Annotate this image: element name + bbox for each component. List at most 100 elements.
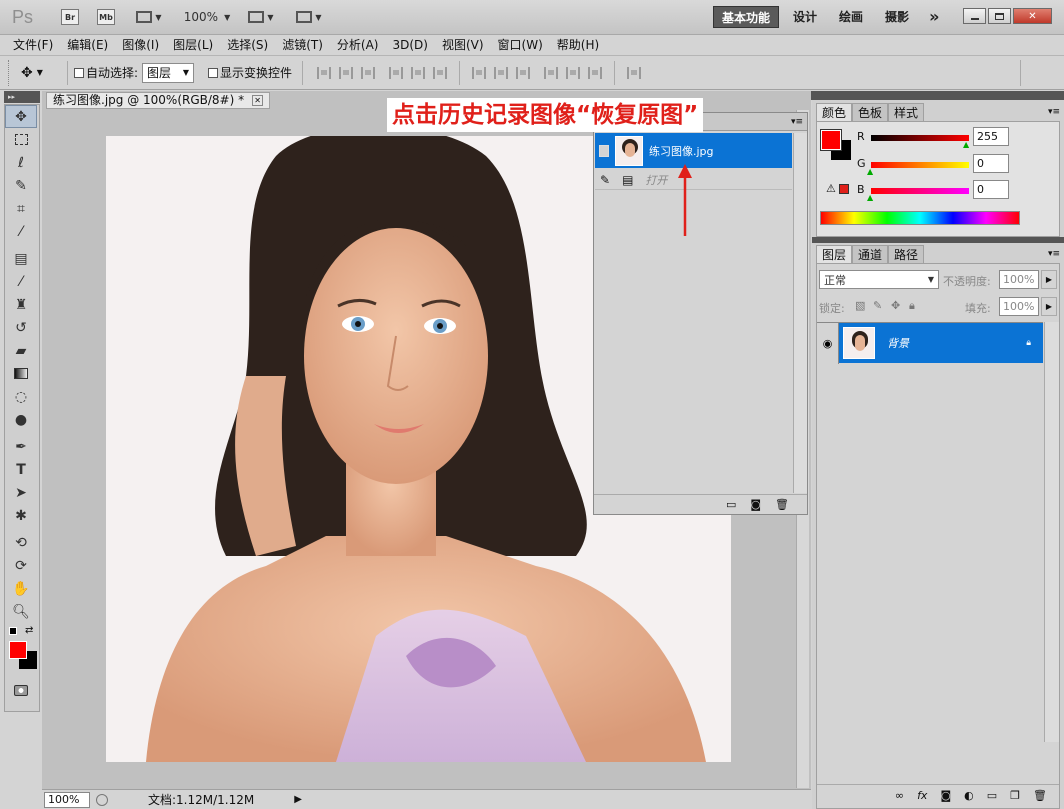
auto-select-target-dropdown[interactable]: 图层 ▼ xyxy=(142,62,195,83)
type-tool[interactable]: T xyxy=(5,458,37,481)
r-slider-thumb[interactable]: ▲ xyxy=(963,140,969,149)
zoom-tool[interactable]: 🔍︎ xyxy=(5,600,37,623)
distribute-hcenter-icon[interactable] xyxy=(566,66,581,79)
lasso-tool[interactable]: ℓ xyxy=(5,151,37,174)
fx-icon[interactable]: fx xyxy=(917,789,927,802)
3d-orbit-tool[interactable]: ⟳ xyxy=(5,554,37,577)
align-top-icon[interactable] xyxy=(317,66,332,79)
screen-mode-button[interactable]: ▼ xyxy=(292,7,326,27)
menu-layer[interactable]: 图层(L) xyxy=(166,35,220,55)
status-menu-icon[interactable] xyxy=(96,793,108,806)
lock-transparency-icon[interactable]: ▧ xyxy=(855,299,865,312)
lock-all-icon[interactable]: 🔒︎ xyxy=(909,299,915,313)
zoom-level-dropdown[interactable]: 100% ▼ xyxy=(182,7,232,27)
align-bottom-icon[interactable] xyxy=(361,66,376,79)
bridge-button[interactable]: Br xyxy=(60,7,80,27)
distribute-vcenter-icon[interactable] xyxy=(494,66,509,79)
menu-filter[interactable]: 滤镜(T) xyxy=(275,35,330,55)
workspace-painting[interactable]: 绘画 xyxy=(831,6,871,28)
view-extras-button[interactable]: ▼ xyxy=(132,7,166,27)
close-tab-icon[interactable]: ✕ xyxy=(252,95,264,106)
history-brush-icon[interactable]: ✎ xyxy=(600,173,610,187)
eyedropper-tool[interactable]: ⁄ xyxy=(5,220,37,243)
grip-handle[interactable] xyxy=(8,59,11,86)
lock-pixels-icon[interactable]: ✎ xyxy=(873,299,882,312)
status-arrow-icon[interactable]: ▶ xyxy=(294,794,302,805)
menu-image[interactable]: 图像(I) xyxy=(115,35,166,55)
move-tool[interactable]: ✥ xyxy=(5,105,37,128)
marquee-tool[interactable] xyxy=(5,128,37,151)
link-layers-icon[interactable]: ∞ xyxy=(895,789,904,802)
menu-analysis[interactable]: 分析(A) xyxy=(330,35,386,55)
blur-tool[interactable]: ◌ xyxy=(5,385,37,408)
gamut-warning-icon[interactable]: ⚠ xyxy=(826,182,836,195)
r-slider[interactable] xyxy=(871,135,969,141)
zoom-field[interactable]: 100% xyxy=(44,791,90,808)
lock-position-icon[interactable]: ✥ xyxy=(891,299,900,312)
tab-layers[interactable]: 图层 xyxy=(816,245,853,263)
pen-tool[interactable]: ✒ xyxy=(5,435,37,458)
distribute-top-icon[interactable] xyxy=(472,66,487,79)
swap-colors-icon[interactable]: ⇄ xyxy=(25,625,33,636)
distribute-bottom-icon[interactable] xyxy=(516,66,531,79)
menu-file[interactable]: 文件(F) xyxy=(6,35,60,55)
path-selection-tool[interactable]: ➤ xyxy=(5,481,37,504)
tab-color[interactable]: 颜色 xyxy=(816,103,853,121)
foreground-color-swatch[interactable] xyxy=(9,641,27,659)
close-button[interactable]: ✕ xyxy=(1013,8,1052,24)
3d-rotate-tool[interactable]: ⟲ xyxy=(5,531,37,554)
tab-styles[interactable]: 样式 xyxy=(888,103,925,121)
opacity-arrow-button[interactable]: ▶ xyxy=(1041,270,1057,289)
quick-selection-tool[interactable]: ✎ xyxy=(5,174,37,197)
adjustment-layer-icon[interactable]: ◐ xyxy=(964,789,974,802)
menu-window[interactable]: 窗口(W) xyxy=(491,35,550,55)
layer-name[interactable]: 背景 xyxy=(887,335,909,351)
layers-scrollbar[interactable] xyxy=(1044,322,1059,742)
distribute-left-icon[interactable] xyxy=(544,66,559,79)
menu-view[interactable]: 视图(V) xyxy=(435,35,491,55)
eraser-tool[interactable]: ▰ xyxy=(5,339,37,362)
panel-menu-icon[interactable]: ▾≡ xyxy=(1048,107,1060,117)
group-icon[interactable]: ▭ xyxy=(987,789,997,802)
gradient-tool[interactable] xyxy=(5,362,37,385)
menu-edit[interactable]: 编辑(E) xyxy=(60,35,115,55)
workspace-essentials[interactable]: 基本功能 xyxy=(713,6,780,28)
b-slider-thumb[interactable]: ▲ xyxy=(867,193,873,202)
eye-icon[interactable]: ◉ xyxy=(817,322,839,364)
trash-icon[interactable]: 🗑︎ xyxy=(1033,789,1047,802)
dodge-tool[interactable]: ● xyxy=(5,408,37,431)
add-mask-icon[interactable]: ◙ xyxy=(940,789,951,802)
fill-arrow-button[interactable]: ▶ xyxy=(1041,297,1057,316)
panel-menu-icon[interactable]: ▾≡ xyxy=(1048,249,1060,259)
tab-swatches[interactable]: 色板 xyxy=(852,103,889,121)
brush-tool[interactable]: ⁄ xyxy=(5,270,37,293)
new-layer-icon[interactable]: ❐ xyxy=(1010,789,1020,802)
foreground-color-swatch[interactable] xyxy=(820,129,842,151)
healing-brush-tool[interactable]: ▤ xyxy=(5,247,37,270)
new-snapshot-icon[interactable]: ◙ xyxy=(750,498,761,511)
default-colors-icon[interactable] xyxy=(9,627,17,635)
toolbox-header[interactable]: ▸▸ xyxy=(4,91,40,103)
mini-bridge-button[interactable]: Mb xyxy=(96,7,116,27)
menu-help[interactable]: 帮助(H) xyxy=(550,35,606,55)
new-document-from-state-icon[interactable]: ▭ xyxy=(726,498,736,511)
document-tab[interactable]: 练习图像.jpg @ 100%(RGB/8#) * ✕ xyxy=(46,92,271,109)
show-transform-controls-checkbox[interactable]: 显示变换控件 xyxy=(208,64,292,81)
gamut-color-swatch[interactable] xyxy=(839,184,849,194)
snapshot-source-checkbox[interactable] xyxy=(599,144,609,157)
panel-menu-icon[interactable]: ▾≡ xyxy=(791,117,803,127)
color-ramp[interactable] xyxy=(820,211,1020,225)
more-workspaces-button[interactable]: » xyxy=(921,6,947,28)
auto-select-checkbox[interactable]: 自动选择: xyxy=(74,64,138,81)
workspace-design[interactable]: 设计 xyxy=(785,6,825,28)
history-brush-tool[interactable]: ↺ xyxy=(5,316,37,339)
fill-field[interactable]: 100% xyxy=(999,297,1039,316)
align-right-icon[interactable] xyxy=(433,66,448,79)
layer-row-background[interactable]: ◉ 背景 🔒︎ xyxy=(817,322,1043,364)
tool-preset-picker[interactable]: ✥ ▼ xyxy=(21,65,61,81)
b-value-field[interactable]: 0 xyxy=(973,180,1009,199)
hand-tool[interactable]: ✋ xyxy=(5,577,37,600)
g-slider[interactable] xyxy=(871,162,969,168)
quick-mask-button[interactable] xyxy=(5,679,37,702)
workspace-photography[interactable]: 摄影 xyxy=(877,6,917,28)
